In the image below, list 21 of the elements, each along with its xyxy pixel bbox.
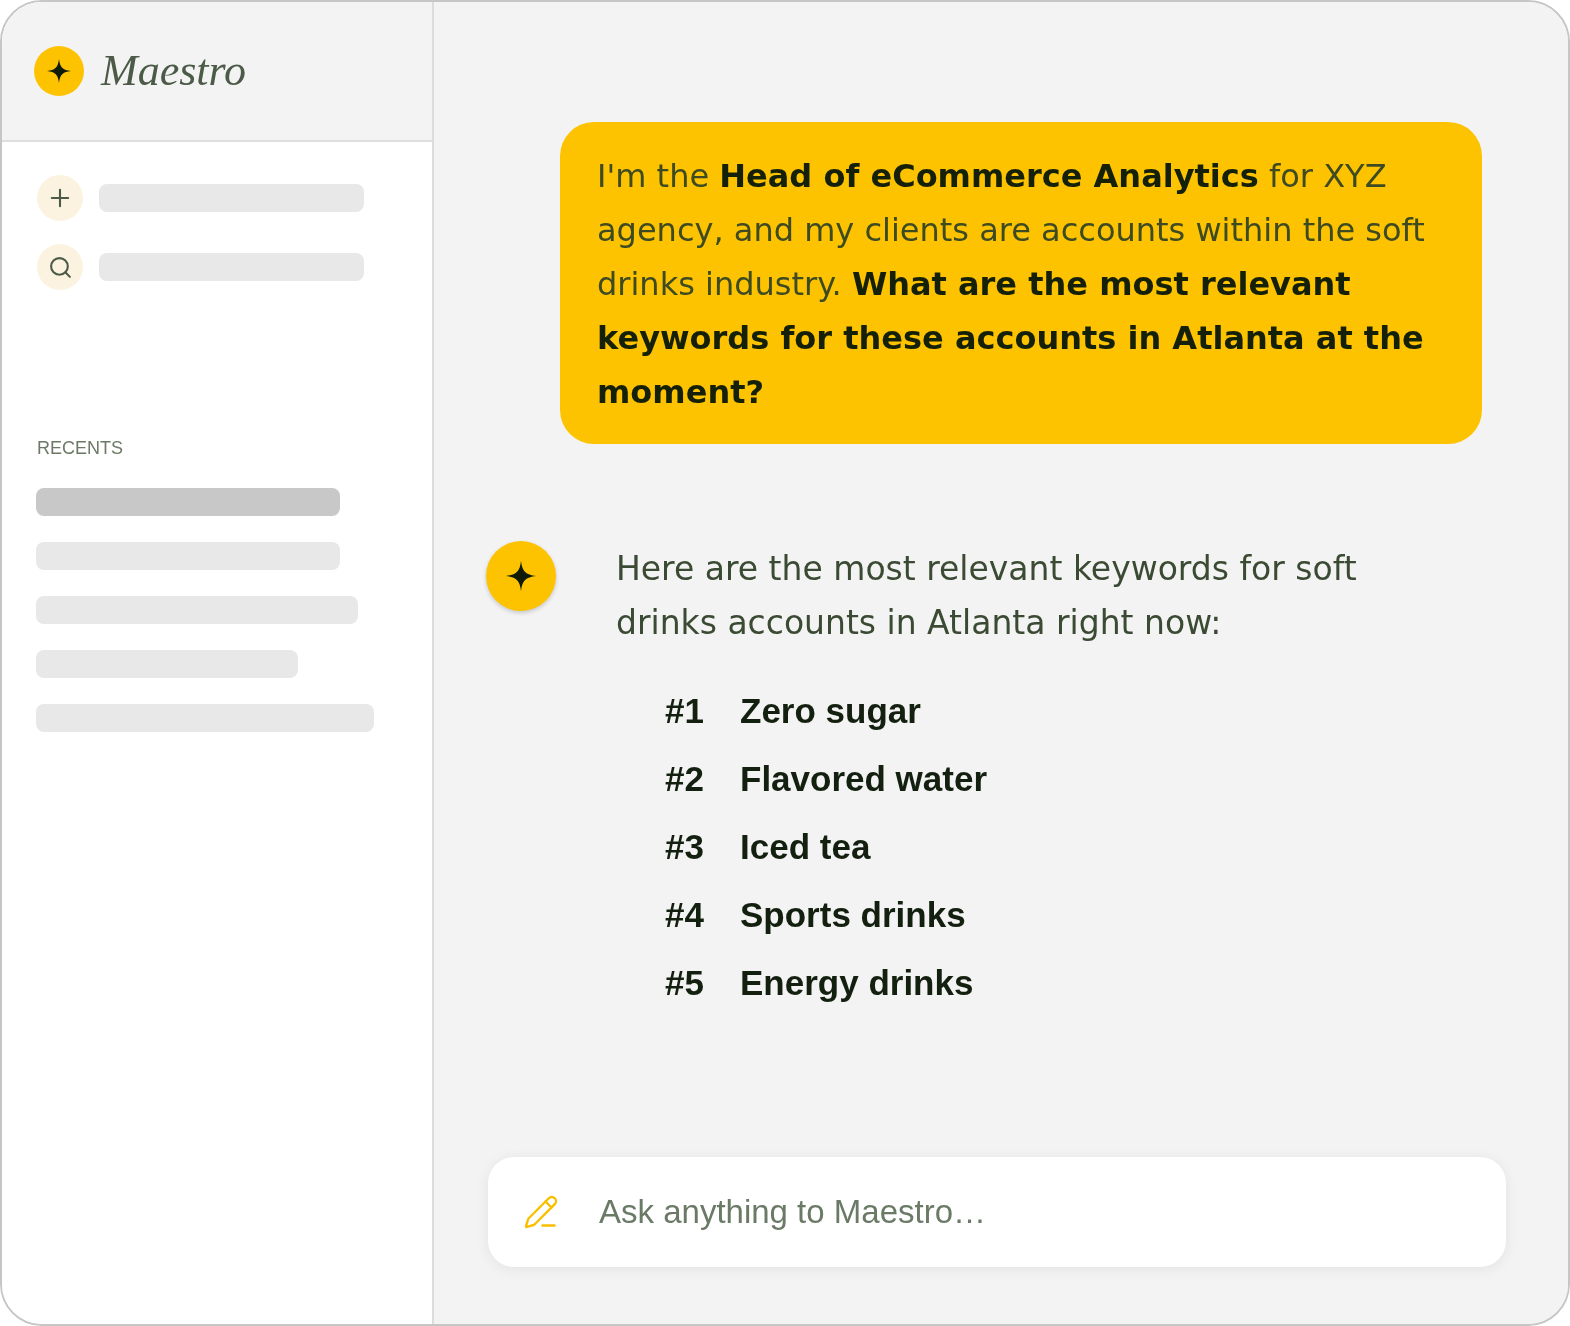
recents-heading: RECENTS: [37, 437, 123, 459]
assistant-message-text: Here are the most relevant keywords for soft drinks accounts in Atlanta right now:: [616, 548, 1358, 644]
user-message-text: I'm the Head of eCommerce Analytics for XYZ agency, and my clients are accounts within the soft drinks industry. What are the most relevant keywords for these accounts in Atlanta at the moment?: [597, 156, 1426, 413]
keyword-label: Flavored water: [740, 757, 988, 800]
message-input[interactable]: Ask anything to Maestro…: [599, 1187, 1476, 1237]
search-icon[interactable]: [37, 244, 83, 290]
message-composer[interactable]: Ask anything to Maestro…: [488, 1157, 1506, 1267]
pencil-icon: [523, 1194, 559, 1230]
keyword-label: Zero sugar: [740, 689, 921, 732]
logo-icon: [34, 46, 84, 96]
keyword-label: Iced tea: [740, 825, 871, 868]
brand-name: Maestro: [101, 49, 247, 93]
rank-number: #3: [665, 825, 705, 868]
rank-number: #1: [665, 689, 705, 732]
rank-number: #4: [665, 893, 705, 936]
recent-chat-skeleton[interactable]: [36, 488, 340, 516]
rank-number: #5: [665, 961, 705, 1004]
rank-number: #2: [665, 757, 705, 800]
keyword-label: Energy drinks: [740, 961, 974, 1004]
keyword-label: Sports drinks: [740, 893, 966, 936]
plus-icon[interactable]: [37, 175, 83, 221]
